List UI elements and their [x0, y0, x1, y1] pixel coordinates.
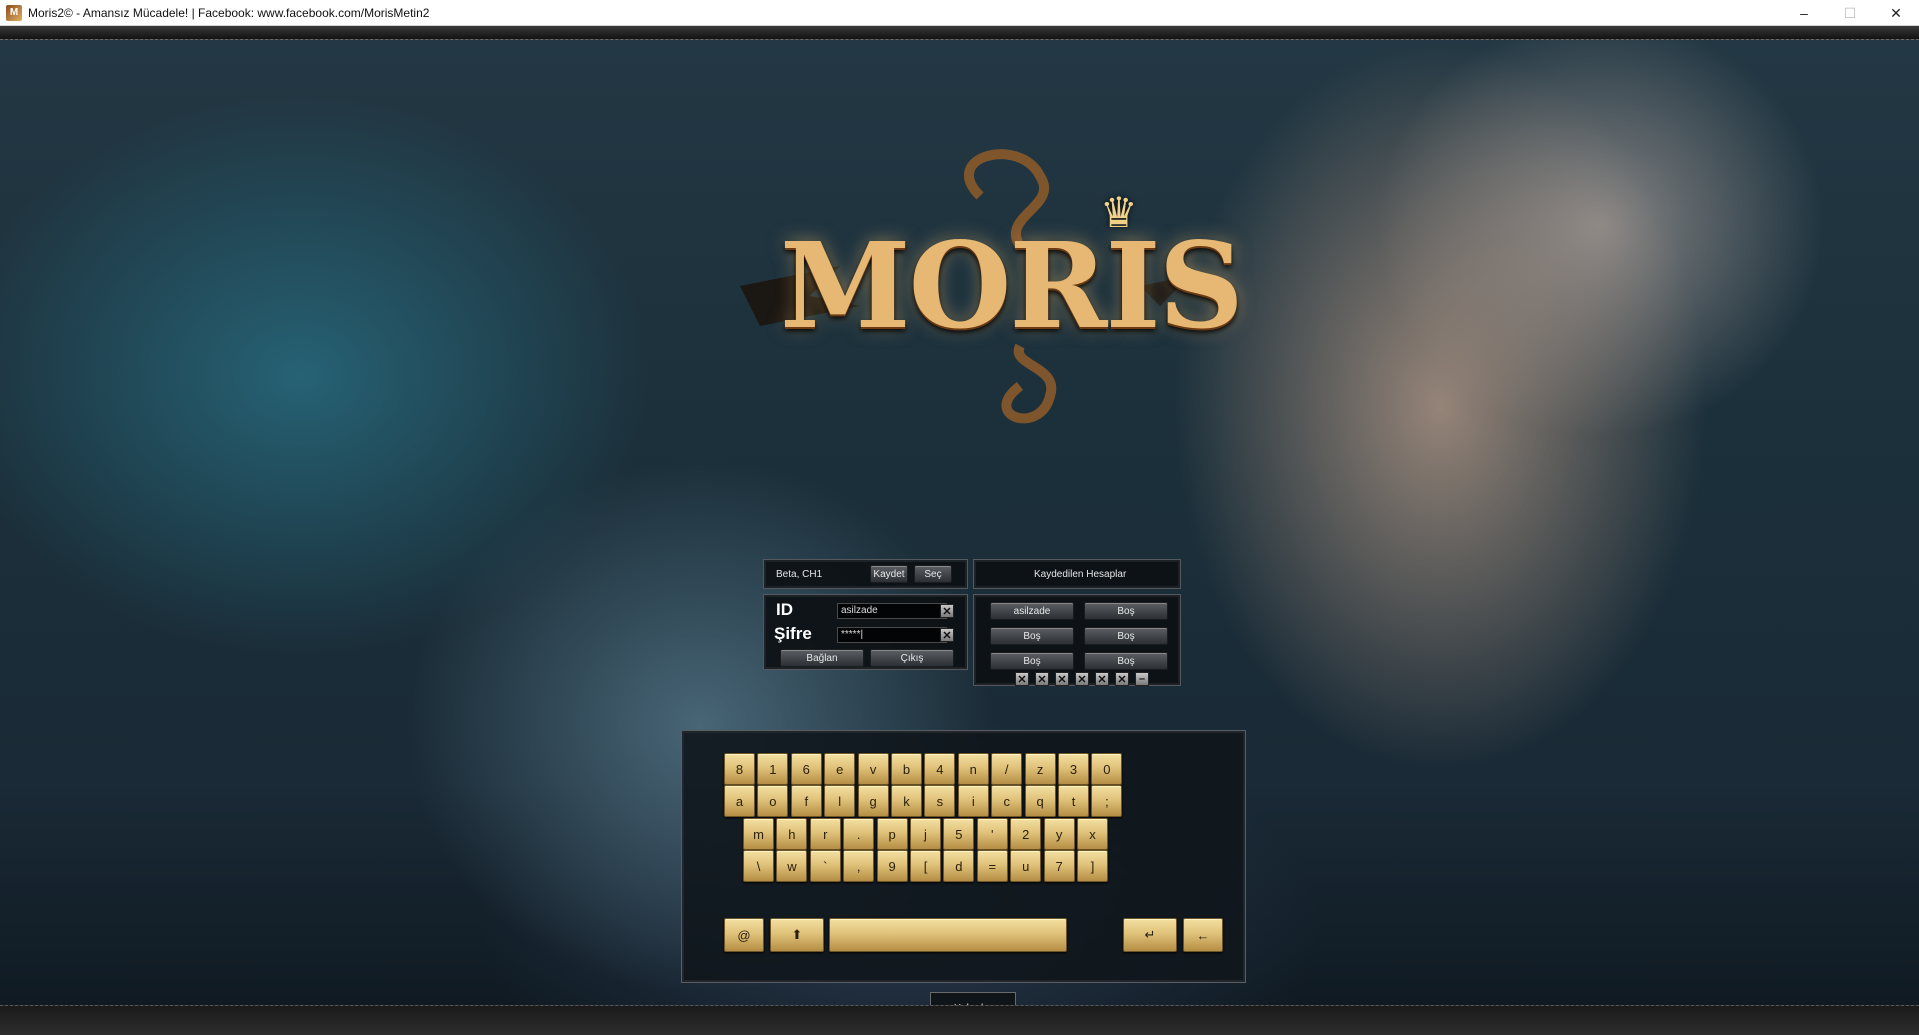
minimize-button[interactable]: – — [1781, 0, 1827, 26]
game-logo: ♛ MORIS — [720, 136, 1244, 436]
keyboard-key[interactable]: 6 — [790, 753, 822, 785]
save-server-button[interactable]: Kaydet — [870, 565, 908, 583]
minimize-panel-icon[interactable]: – — [1135, 672, 1149, 686]
password-field[interactable]: *****| — [837, 627, 947, 643]
shift-key[interactable]: ⬆ — [770, 918, 824, 952]
space-key[interactable] — [829, 918, 1067, 952]
window-titlebar: M Moris2© - Amansız Mücadele! | Facebook… — [0, 0, 1919, 26]
keyboard-key[interactable]: 2 — [1010, 818, 1042, 850]
keyboard-key[interactable]: 8 — [724, 753, 755, 785]
keyboard-key[interactable]: j — [910, 818, 941, 850]
keyboard-key[interactable]: a — [724, 785, 755, 817]
at-key[interactable]: @ — [724, 918, 764, 952]
delete-slot-3-icon[interactable]: ✕ — [1055, 672, 1069, 686]
saved-slot-1[interactable]: asilzade — [990, 602, 1074, 620]
backspace-key[interactable]: ← — [1183, 918, 1223, 952]
select-server-button[interactable]: Seç — [914, 565, 952, 583]
saved-accounts-header: Kaydedilen Hesaplar — [973, 559, 1181, 589]
game-viewport: ♛ MORIS Beta, CH1 Kaydet Seç Kaydedilen … — [0, 26, 1919, 1035]
keyboard-key[interactable]: ] — [1077, 850, 1108, 882]
top-frame-border — [0, 26, 1919, 40]
keyboard-key[interactable]: ` — [809, 850, 841, 882]
clear-id-icon[interactable]: ✕ — [940, 604, 954, 618]
game-icon: M — [6, 4, 22, 21]
keyboard-key[interactable]: x — [1077, 818, 1108, 850]
saved-slot-5[interactable]: Boş — [990, 652, 1074, 670]
keyboard-key[interactable]: 7 — [1043, 850, 1075, 882]
bottom-frame-border — [0, 1005, 1919, 1035]
login-panel: ID asilzade ✕ Şifre *****| ✕ Bağlan Çıkı… — [763, 594, 968, 670]
keyboard-key[interactable]: ; — [1091, 785, 1123, 817]
server-label: Beta, CH1 — [776, 569, 823, 580]
keyboard-key[interactable]: k — [891, 785, 922, 817]
keyboard-key[interactable]: f — [790, 785, 822, 817]
keyboard-key[interactable]: 9 — [876, 850, 908, 882]
keyboard-key[interactable]: p — [876, 818, 908, 850]
delete-slot-5-icon[interactable]: ✕ — [1095, 672, 1109, 686]
keyboard-key[interactable]: i — [957, 785, 989, 817]
delete-slot-1-icon[interactable]: ✕ — [1015, 672, 1029, 686]
keyboard-key[interactable]: o — [757, 785, 789, 817]
keyboard-key[interactable]: t — [1058, 785, 1089, 817]
keyboard-key[interactable]: \ — [743, 850, 774, 882]
connect-button[interactable]: Bağlan — [780, 649, 864, 667]
keyboard-key[interactable]: ' — [976, 818, 1008, 850]
keyboard-key[interactable]: n — [957, 753, 989, 785]
keyboard-key[interactable]: q — [1024, 785, 1056, 817]
delete-slot-4-icon[interactable]: ✕ — [1075, 672, 1089, 686]
keyboard-key[interactable]: w — [776, 850, 808, 882]
exit-button[interactable]: Çıkış — [870, 649, 954, 667]
keyboard-key[interactable]: m — [743, 818, 774, 850]
keyboard-key[interactable]: . — [843, 818, 875, 850]
saved-slot-3[interactable]: Boş — [990, 627, 1074, 645]
keyboard-key[interactable]: g — [857, 785, 889, 817]
window-controls: – ☐ ✕ — [1781, 0, 1919, 26]
keyboard-key[interactable]: = — [976, 850, 1008, 882]
maximize-button[interactable]: ☐ — [1827, 0, 1873, 26]
keyboard-key[interactable]: 5 — [943, 818, 975, 850]
keyboard-key[interactable]: z — [1024, 753, 1056, 785]
keyboard-key[interactable]: v — [857, 753, 889, 785]
saved-slot-6[interactable]: Boş — [1084, 652, 1168, 670]
keyboard-key[interactable]: 1 — [757, 753, 789, 785]
keyboard-key[interactable]: e — [824, 753, 856, 785]
keyboard-key[interactable]: u — [1010, 850, 1042, 882]
logo-text: MORIS — [780, 216, 1244, 355]
keyboard-key[interactable]: b — [891, 753, 922, 785]
enter-key[interactable]: ↵ — [1123, 918, 1177, 952]
id-label: ID — [776, 600, 793, 619]
clear-password-icon[interactable]: ✕ — [940, 628, 954, 642]
close-button[interactable]: ✕ — [1873, 0, 1919, 26]
saved-slot-2[interactable]: Boş — [1084, 602, 1168, 620]
saved-accounts-title: Kaydedilen Hesaplar — [1034, 569, 1127, 580]
saved-accounts-panel: asilzade Boş Boş Boş Boş Boş ✕ ✕ ✕ ✕ ✕ ✕… — [973, 594, 1181, 686]
keyboard-key[interactable]: c — [991, 785, 1023, 817]
saved-slot-4[interactable]: Boş — [1084, 627, 1168, 645]
keyboard-key[interactable]: / — [991, 753, 1023, 785]
virtual-keyboard: 8 1 6 e v b 4 n / z 3 0 a o f l g k s i c q t; m h r. p j 5 ' 2 y x \ w `, 9… — [681, 730, 1246, 983]
keyboard-key[interactable]: h — [776, 818, 808, 850]
keyboard-key[interactable]: d — [943, 850, 975, 882]
keyboard-key[interactable]: , — [843, 850, 875, 882]
keyboard-key[interactable]: [ — [910, 850, 941, 882]
keyboard-key[interactable]: 3 — [1058, 753, 1089, 785]
keyboard-key[interactable]: 4 — [924, 753, 956, 785]
keyboard-key[interactable]: y — [1043, 818, 1075, 850]
delete-slot-6-icon[interactable]: ✕ — [1115, 672, 1129, 686]
server-panel: Beta, CH1 Kaydet Seç — [763, 559, 968, 589]
password-label: Şifre — [774, 624, 812, 643]
id-field[interactable]: asilzade — [837, 603, 947, 619]
keyboard-key[interactable]: s — [924, 785, 956, 817]
window-title: Moris2© - Amansız Mücadele! | Facebook: … — [28, 5, 430, 20]
keyboard-key[interactable]: 0 — [1091, 753, 1123, 785]
keyboard-key[interactable]: l — [824, 785, 856, 817]
keyboard-key[interactable]: r — [809, 818, 841, 850]
delete-slot-2-icon[interactable]: ✕ — [1035, 672, 1049, 686]
